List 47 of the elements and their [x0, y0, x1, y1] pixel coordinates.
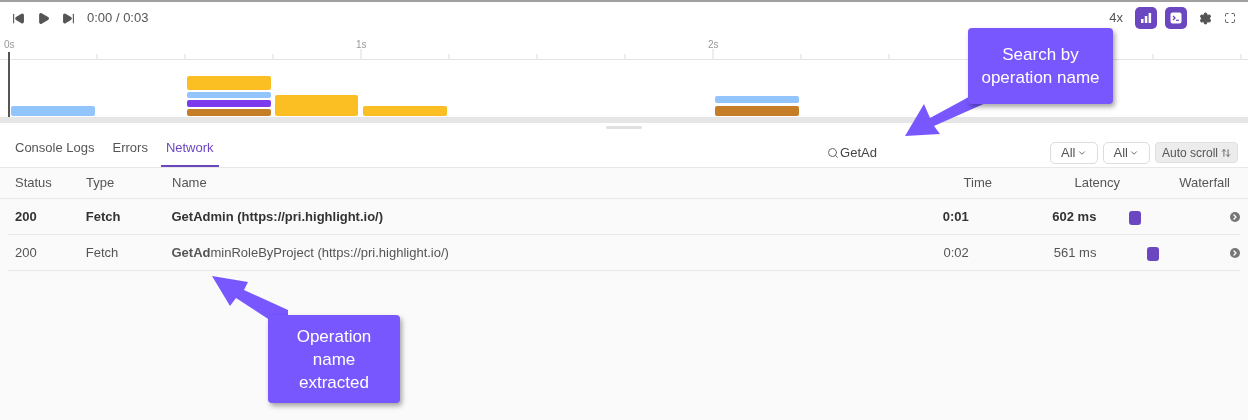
- name-cell-text: GetAdminRoleByProject (https://pri.highlight.io/): [171, 243, 450, 262]
- latency-cell-text: 602 ms: [1051, 207, 1097, 226]
- status-cell-text: 200: [14, 207, 38, 226]
- callout-label: Operation name extracted: [268, 315, 400, 403]
- playback-time: 0:00 / 0:03: [87, 9, 149, 28]
- tab[interactable]: Errors: [107, 137, 153, 167]
- type-cell-text: Fetch: [85, 243, 120, 262]
- skip-back-icon[interactable]: [12, 11, 25, 25]
- auto-scroll-button[interactable]: Auto scroll: [1154, 142, 1238, 163]
- table-row[interactable]: 200 Fetch GetAdminRoleByProject (https://pri.highlight.io/) 0:02 561 ms: [8, 235, 1240, 271]
- search-icon: [827, 146, 840, 159]
- settings-icon[interactable]: [1199, 11, 1212, 25]
- open-detail-icon[interactable]: [1230, 211, 1240, 222]
- waterfall-bar: [1147, 246, 1160, 261]
- tick-label: 2s: [708, 38, 719, 52]
- fullscreen-icon[interactable]: [1224, 12, 1236, 24]
- sort-arrows-icon: [1221, 147, 1231, 158]
- column-header[interactable]: Type: [86, 173, 172, 193]
- column-header[interactable]: Name: [172, 173, 892, 193]
- column-header[interactable]: Waterfall: [1120, 173, 1230, 193]
- search-field[interactable]: GetAd: [840, 142, 941, 163]
- time-cell-text: 0:02: [942, 243, 969, 262]
- type-cell-text: Fetch: [85, 207, 122, 226]
- open-detail-icon[interactable]: [1230, 247, 1240, 258]
- view-toggle[interactable]: [1165, 7, 1187, 29]
- view-toggle[interactable]: [1135, 7, 1157, 29]
- callout-label: Search by operation name: [968, 28, 1113, 104]
- terminal-icon: [1170, 12, 1182, 24]
- column-header[interactable]: Latency: [992, 173, 1120, 193]
- play-icon[interactable]: [37, 11, 50, 25]
- skip-forward-icon[interactable]: [62, 11, 75, 25]
- table-row[interactable]: 200 Fetch GetAdmin (https://pri.highlight.io/) 0:01 602 ms: [8, 199, 1240, 235]
- tick-label: 1s: [356, 38, 367, 52]
- waterfall-bar: [1129, 210, 1142, 225]
- speed-label[interactable]: 4x: [1109, 8, 1123, 28]
- name-cell-text: GetAdmin (https://pri.highlight.io/): [171, 207, 385, 226]
- timeline-scrollbar[interactable]: [0, 117, 1248, 123]
- tab[interactable]: Console Logs: [10, 137, 100, 167]
- filter-dropdown[interactable]: All: [1102, 141, 1150, 164]
- filter-dropdown[interactable]: All: [1050, 141, 1098, 164]
- latency-cell-text: 561 ms: [1052, 243, 1097, 262]
- tick-label: 0s: [4, 38, 15, 52]
- status-cell-text: 200: [14, 243, 38, 262]
- column-header[interactable]: Status: [0, 173, 86, 193]
- bar-chart-icon: [1140, 12, 1152, 24]
- time-cell-text: 0:01: [941, 207, 969, 226]
- column-header[interactable]: Time: [892, 173, 992, 193]
